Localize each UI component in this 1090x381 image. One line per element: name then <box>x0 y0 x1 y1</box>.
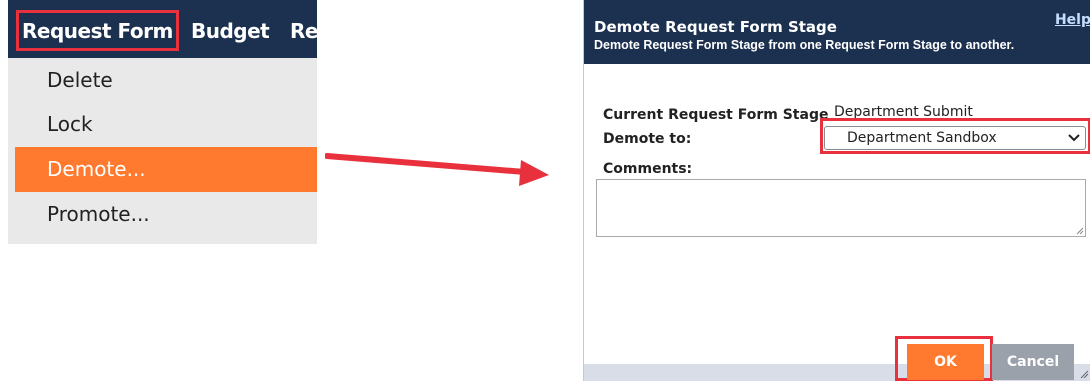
chevron-down-icon <box>1068 128 1080 155</box>
dropdown-item-demote[interactable]: Demote... <box>15 147 317 192</box>
help-link[interactable]: Help <box>1055 12 1090 28</box>
menu-truncated-item[interactable]: Re <box>290 0 318 58</box>
dialog-title: Demote Request Form Stage <box>594 18 837 36</box>
cancel-button[interactable]: Cancel <box>992 344 1074 380</box>
dialog-resize-icon[interactable] <box>1079 369 1089 379</box>
arrow-right-icon <box>325 153 549 186</box>
menu-screenshot: Request Form Budget Re Delete Lock Demot… <box>8 0 318 244</box>
dropdown-item-delete[interactable]: Delete <box>15 58 317 103</box>
current-stage-label: Current Request Form Stage <box>603 107 829 123</box>
request-form-dropdown: Delete Lock Demote... Promote... <box>8 58 317 244</box>
resize-grip-icon[interactable] <box>1076 227 1084 235</box>
demote-to-selected: Department Sandbox <box>847 130 997 146</box>
menu-bar: Request Form Budget Re <box>8 0 318 58</box>
dropdown-item-promote[interactable]: Promote... <box>15 192 317 237</box>
highlight-request-form <box>16 10 179 51</box>
demote-to-label: Demote to: <box>603 131 692 147</box>
menu-budget[interactable]: Budget <box>191 0 270 58</box>
dialog-subtitle: Demote Request Form Stage from one Reque… <box>594 38 1015 52</box>
comments-label: Comments: <box>603 161 693 177</box>
demote-dialog: Demote Request Form Stage Demote Request… <box>583 0 1090 381</box>
dialog-header: Demote Request Form Stage Demote Request… <box>584 0 1090 64</box>
demote-to-select[interactable]: Department Sandbox <box>824 126 1086 150</box>
comments-textarea[interactable] <box>596 179 1086 237</box>
dialog-body: Current Request Form Stage Department Su… <box>584 64 1090 366</box>
ok-button[interactable]: OK <box>907 344 984 380</box>
dropdown-item-lock[interactable]: Lock <box>15 102 317 147</box>
